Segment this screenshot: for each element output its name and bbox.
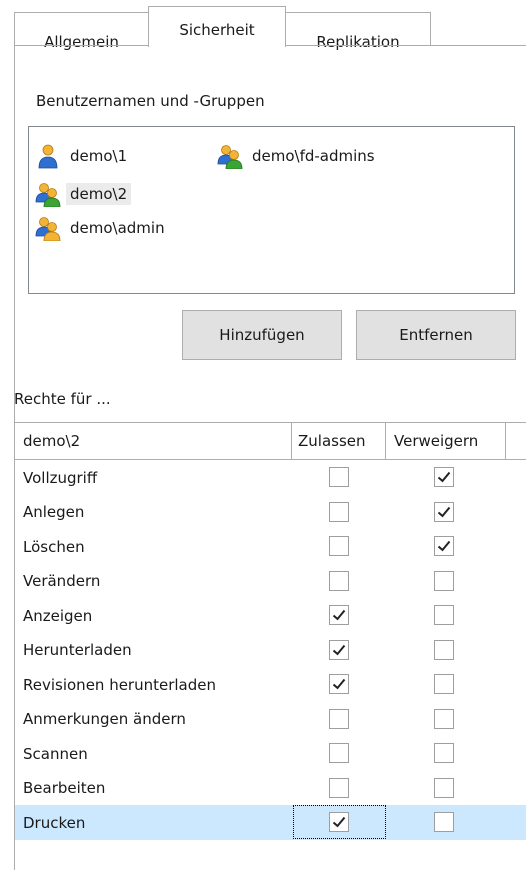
users-listbox[interactable]: demo\1 demo\fd-admins demo\2 demo\admin — [28, 126, 515, 294]
permission-name: Bearbeiten — [23, 779, 106, 797]
add-button[interactable]: Hinzufügen — [182, 310, 342, 360]
deny-checkbox[interactable] — [434, 777, 454, 798]
deny-checkbox[interactable] — [434, 536, 454, 556]
table-row[interactable]: Drucken — [15, 805, 526, 840]
deny-checkbox[interactable] — [434, 743, 454, 763]
table-row[interactable]: Herunterladen — [15, 633, 526, 668]
rights-for-label: Rechte für ... — [14, 390, 111, 408]
remove-button[interactable]: Entfernen — [356, 310, 516, 360]
user-entry-demo1[interactable]: demo\1 — [35, 143, 131, 169]
deny-checkbox[interactable] — [434, 674, 454, 694]
user-entry-demo-admin[interactable]: demo\admin — [35, 215, 169, 242]
deny-checkbox[interactable] — [434, 708, 454, 729]
allow-checkbox[interactable] — [329, 605, 349, 625]
user-name: demo\fd-admins — [252, 147, 375, 165]
allow-checkbox[interactable] — [329, 570, 349, 591]
allow-checkbox[interactable] — [329, 639, 349, 660]
table-row[interactable]: Bearbeiten — [15, 771, 526, 806]
user-icon — [35, 143, 61, 169]
deny-checkbox[interactable] — [434, 467, 454, 487]
user-name: demo\2 — [66, 183, 132, 205]
group-icon — [35, 181, 61, 208]
deny-checkbox[interactable] — [434, 501, 454, 522]
table-header: demo\2 Zulassen Verweigern — [15, 423, 526, 460]
user-entry-fd-admins[interactable]: demo\fd-admins — [217, 143, 379, 170]
table-row[interactable]: Revisionen herunterladen — [15, 667, 526, 702]
allow-checkbox[interactable] — [329, 674, 349, 694]
allow-column-header[interactable]: Zulassen — [292, 423, 386, 459]
table-row[interactable]: Anlegen — [15, 495, 526, 530]
focus-rectangle — [293, 805, 386, 839]
allow-checkbox[interactable] — [329, 708, 349, 729]
group-icon — [35, 215, 61, 242]
table-row[interactable]: Scannen — [15, 736, 526, 771]
add-button-label: Hinzufügen — [219, 326, 305, 344]
allow-checkbox[interactable] — [329, 536, 349, 556]
permission-name: Herunterladen — [23, 641, 132, 659]
remove-button-label: Entfernen — [399, 326, 473, 344]
allow-checkbox[interactable] — [329, 743, 349, 763]
principal-header: demo\2 — [15, 423, 292, 459]
allow-checkbox[interactable] — [329, 777, 349, 798]
tab-sicherheit[interactable]: Sicherheit — [148, 6, 286, 47]
deny-checkbox[interactable] — [434, 570, 454, 591]
permission-name: Löschen — [23, 537, 85, 556]
permission-name: Revisionen herunterladen — [23, 675, 217, 694]
users-groups-label: Benutzernamen und -Gruppen — [36, 92, 265, 110]
permissions-table: demo\2 Zulassen Verweigern Vollzugriff An… — [14, 422, 526, 870]
group-icon — [217, 143, 243, 170]
user-entry-demo2[interactable]: demo\2 — [35, 181, 132, 208]
user-name: demo\1 — [70, 147, 128, 165]
permission-name: Anmerkungen ändern — [23, 710, 186, 728]
deny-column-header[interactable]: Verweigern — [386, 423, 506, 459]
table-row[interactable]: Verändern — [15, 564, 526, 599]
tab-label: Sicherheit — [179, 21, 255, 39]
table-row[interactable]: Anmerkungen ändern — [15, 702, 526, 737]
deny-checkbox[interactable] — [434, 639, 454, 660]
tab-bar: Allgemein Sicherheit Replikation — [0, 0, 526, 50]
permission-name: Verändern — [23, 572, 101, 590]
allow-checkbox[interactable] — [329, 501, 349, 522]
permission-name: Anzeigen — [23, 606, 93, 625]
user-name: demo\admin — [70, 219, 165, 237]
permission-name: Anlegen — [23, 503, 85, 521]
allow-checkbox[interactable] — [329, 467, 349, 487]
permission-name: Vollzugriff — [23, 468, 98, 487]
tab-replikation[interactable]: Replikation — [285, 12, 431, 50]
table-row[interactable]: Vollzugriff — [15, 460, 526, 495]
table-row[interactable]: Löschen — [15, 529, 526, 564]
tab-allgemein[interactable]: Allgemein — [14, 12, 149, 50]
permission-name: Scannen — [23, 744, 88, 763]
deny-checkbox[interactable] — [434, 812, 454, 832]
deny-checkbox[interactable] — [434, 605, 454, 625]
table-row[interactable]: Anzeigen — [15, 598, 526, 633]
permission-name: Drucken — [23, 813, 86, 832]
